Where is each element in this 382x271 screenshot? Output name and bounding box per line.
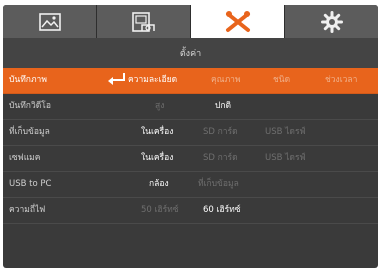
setting-label: ที่เก็บข้อมูล: [9, 127, 50, 137]
option-high[interactable]: สูง: [155, 94, 164, 119]
setting-row-frequency[interactable]: ความถี่ไฟ 50 เฮิร์ทซ์ 60 เฮิร์ทซ์: [3, 198, 378, 224]
tools-icon: [225, 10, 250, 32]
setting-row-photo[interactable]: บันทึกภาพ ความละเอียด คุณภาพ ชนิด ช่วงเว…: [3, 68, 378, 94]
option-quality[interactable]: คุณภาพ: [211, 68, 241, 93]
tab-system[interactable]: [285, 5, 378, 38]
option-usb-drive[interactable]: USB ไดรฟ์: [265, 120, 306, 145]
enter-line: [111, 72, 125, 81]
option-camera[interactable]: กล้อง: [149, 172, 169, 197]
setting-label: บันทึกภาพ: [9, 75, 47, 85]
option-storage[interactable]: ที่เก็บข้อมูล: [198, 172, 239, 197]
settings-list: บันทึกภาพ ความละเอียด คุณภาพ ชนิด ช่วงเว…: [3, 68, 378, 224]
camera-photo-icon: [131, 11, 155, 32]
setting-label: เซฟแมค: [9, 153, 41, 163]
tab-camera[interactable]: [97, 5, 191, 38]
tab-gallery[interactable]: [3, 5, 97, 38]
option-sd-card[interactable]: SD การ์ด: [203, 120, 238, 145]
setting-row-usb-to-pc[interactable]: USB to PC กล้อง ที่เก็บข้อมูล: [3, 172, 378, 198]
option-50hz[interactable]: 50 เฮิร์ทซ์: [141, 198, 179, 223]
setting-row-video[interactable]: บันทึกวิดีโอ สูง ปกติ: [3, 94, 378, 120]
setting-label: บันทึกวิดีโอ: [9, 101, 51, 111]
option-usb-drive[interactable]: USB ไดรฟ์: [265, 146, 306, 171]
option-interval[interactable]: ช่วงเวลา: [325, 68, 357, 93]
option-internal[interactable]: ในเครื่อง: [141, 146, 173, 171]
option-60hz[interactable]: 60 เฮิร์ทซ์: [203, 198, 241, 223]
page-title: ตั้งค่า: [3, 38, 378, 68]
settings-window: ตั้งค่า บันทึกภาพ ความละเอียด คุณภาพ ชนิ…: [3, 5, 378, 268]
setting-row-save[interactable]: เซฟแมค ในเครื่อง SD การ์ด USB ไดรฟ์: [3, 146, 378, 172]
option-internal[interactable]: ในเครื่อง: [141, 120, 173, 145]
option-normal[interactable]: ปกติ: [215, 94, 231, 119]
setting-label: USB to PC: [9, 179, 52, 189]
option-resolution[interactable]: ความละเอียด: [108, 68, 177, 93]
option-sd-card[interactable]: SD การ์ด: [203, 146, 238, 171]
setting-row-storage[interactable]: ที่เก็บข้อมูล ในเครื่อง SD การ์ด USB ไดร…: [3, 120, 378, 146]
option-label: ความละเอียด: [128, 75, 178, 85]
image-icon: [38, 12, 61, 31]
gear-icon: [320, 10, 343, 33]
option-type[interactable]: ชนิด: [273, 68, 290, 93]
tab-bar: [3, 5, 378, 38]
tab-settings[interactable]: [191, 5, 285, 38]
setting-label: ความถี่ไฟ: [9, 205, 46, 215]
